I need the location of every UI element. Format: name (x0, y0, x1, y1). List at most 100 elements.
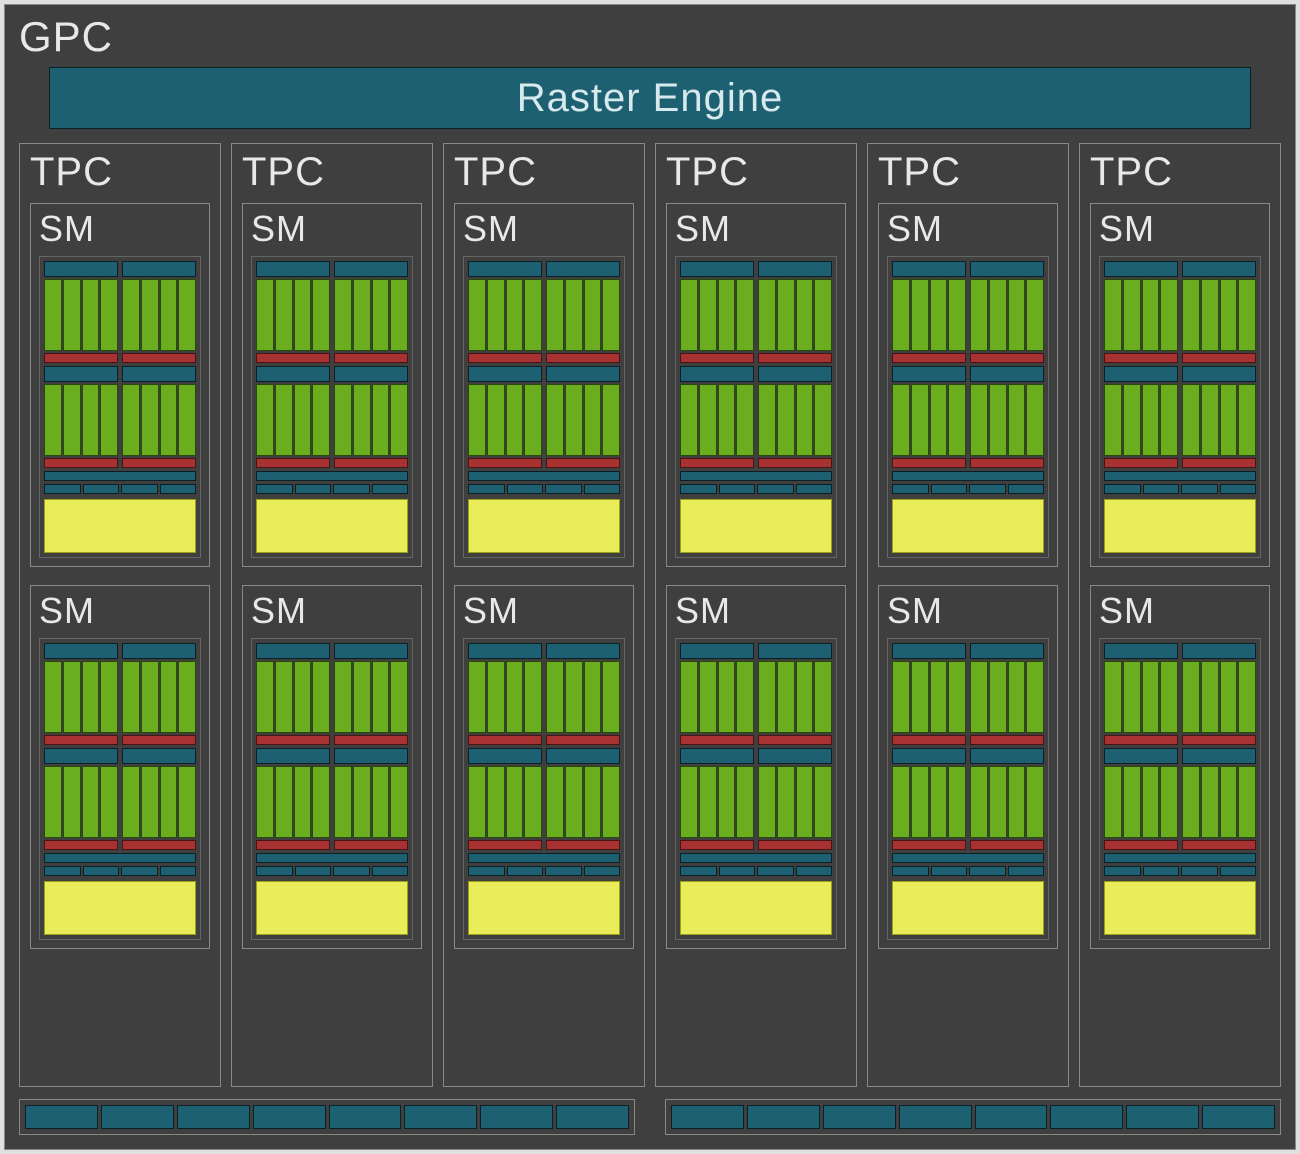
tpc-block: TPCSMSM (867, 143, 1069, 1087)
sm-half (970, 261, 1044, 363)
dispatch-bar (256, 261, 330, 277)
cuda-core (506, 766, 524, 838)
cuda-core (699, 766, 717, 838)
ldst-bar (1182, 735, 1256, 745)
core-array (44, 766, 118, 838)
dispatch-bar (546, 748, 620, 764)
cuda-core (602, 384, 620, 456)
ldst-bar (1182, 353, 1256, 363)
cuda-core (1238, 279, 1256, 351)
sm-inner (675, 638, 837, 940)
ldst-bar (44, 840, 118, 850)
tex-row (256, 484, 408, 494)
l1-cache (680, 881, 832, 935)
ldst-bar (256, 840, 330, 850)
cuda-core (796, 384, 814, 456)
cuda-core (372, 384, 390, 456)
sm-label: SM (887, 590, 1049, 632)
sm-half (256, 261, 330, 363)
rop-unit (1050, 1105, 1123, 1129)
ldst-bar (1182, 458, 1256, 468)
tex-row (468, 484, 620, 494)
tex-unit (333, 866, 370, 876)
cuda-core (1123, 766, 1141, 838)
tex-unit (1143, 484, 1180, 494)
dispatch-bar (546, 366, 620, 382)
sm-halves (256, 261, 408, 363)
ldst-bar (892, 840, 966, 850)
cuda-core (796, 661, 814, 733)
ldst-bar (1104, 353, 1178, 363)
cuda-core (892, 766, 910, 838)
core-array (468, 279, 542, 351)
cuda-core (796, 766, 814, 838)
tex-unit (1104, 866, 1141, 876)
sm-half (468, 261, 542, 363)
cuda-core (911, 279, 929, 351)
cuda-core (1220, 661, 1238, 733)
dispatch-bar (468, 643, 542, 659)
sm-half (546, 643, 620, 745)
raster-engine: Raster Engine (49, 67, 1251, 129)
ldst-bar (1104, 840, 1178, 850)
cuda-core (353, 766, 371, 838)
dispatch-bar (1104, 366, 1178, 382)
cuda-core (1104, 661, 1122, 733)
cuda-core (584, 766, 602, 838)
dispatch-bar (256, 643, 330, 659)
sm-half (680, 643, 754, 745)
cuda-core (814, 384, 832, 456)
l1-cache (1104, 499, 1256, 553)
core-array (44, 661, 118, 733)
cuda-core (680, 384, 698, 456)
core-array (44, 279, 118, 351)
sm-half (1182, 261, 1256, 363)
ldst-bar (758, 735, 832, 745)
dispatch-bar (680, 643, 754, 659)
dispatch-bar (334, 366, 408, 382)
rop-unit (975, 1105, 1048, 1129)
sm-block: SM (242, 585, 422, 949)
core-array (122, 766, 196, 838)
cuda-core (1201, 384, 1219, 456)
sm-block: SM (878, 203, 1058, 567)
ldst-bar (44, 353, 118, 363)
tex-unit (584, 866, 621, 876)
cuda-core (814, 279, 832, 351)
cuda-core (294, 766, 312, 838)
sm-block: SM (30, 203, 210, 567)
sm-halves (256, 643, 408, 745)
ldst-bar (758, 458, 832, 468)
sm-halves (468, 366, 620, 468)
tex-unit (468, 484, 505, 494)
ldst-bar (334, 735, 408, 745)
tex-unit (796, 484, 833, 494)
cuda-core (777, 661, 795, 733)
sm-label: SM (463, 590, 625, 632)
cuda-core (312, 766, 330, 838)
cuda-core (680, 661, 698, 733)
cuda-core (565, 279, 583, 351)
cuda-core (989, 766, 1007, 838)
cuda-core (312, 661, 330, 733)
cuda-core (565, 661, 583, 733)
cuda-core (546, 766, 564, 838)
sm-half (892, 643, 966, 745)
sm-half (1104, 643, 1178, 745)
dispatch-bar (1182, 748, 1256, 764)
core-array (680, 766, 754, 838)
l1-cache (468, 499, 620, 553)
ldst-bar (546, 840, 620, 850)
sfu-bar (680, 471, 832, 481)
sm-half (334, 261, 408, 363)
tex-unit (1008, 866, 1045, 876)
sm-half (468, 643, 542, 745)
sm-block: SM (666, 585, 846, 949)
tex-unit (295, 484, 332, 494)
cuda-core (1238, 766, 1256, 838)
l1-cache (44, 881, 196, 935)
rop-group (665, 1099, 1281, 1135)
cuda-core (602, 661, 620, 733)
sm-label: SM (251, 208, 413, 250)
gpc-label: GPC (19, 13, 1281, 61)
